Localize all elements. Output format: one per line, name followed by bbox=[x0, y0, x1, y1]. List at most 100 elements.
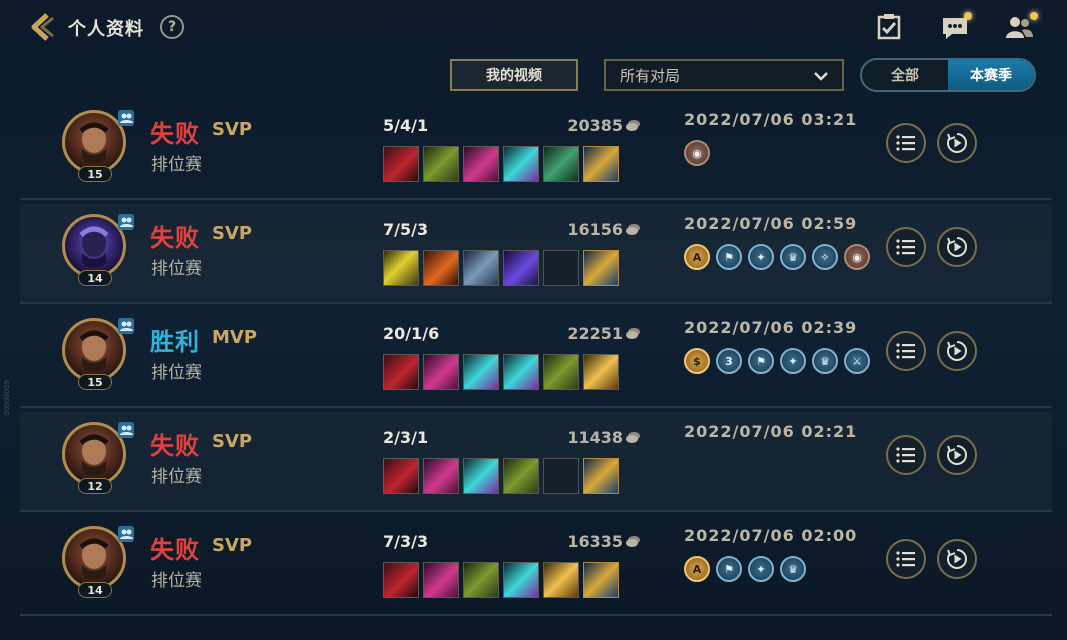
match-row[interactable]: 14 失败 SVP 排位赛 7/3/3 16335 2022/07/06 02:… bbox=[20, 516, 1052, 616]
tab-all[interactable]: 全部 bbox=[862, 60, 948, 90]
pink-item-icon[interactable] bbox=[423, 354, 459, 390]
champion-avatar[interactable]: 15 bbox=[62, 318, 134, 398]
details-button[interactable] bbox=[886, 539, 926, 579]
yellow-item-icon[interactable] bbox=[383, 250, 419, 286]
badge-s-rank-icon: $ bbox=[684, 348, 710, 374]
badge-bronze-icon: ◉ bbox=[844, 244, 870, 270]
details-button[interactable] bbox=[886, 331, 926, 371]
match-row[interactable]: 12 失败 SVP 排位赛 2/3/1 11438 2022/07/06 02:… bbox=[20, 412, 1052, 512]
red-item-icon[interactable] bbox=[383, 562, 419, 598]
match-row[interactable]: 15 失败 SVP 排位赛 5/4/1 20385 2022/07/06 03:… bbox=[20, 100, 1052, 200]
teal-item-icon[interactable] bbox=[503, 146, 539, 182]
badge-star-icon: ✧ bbox=[812, 244, 838, 270]
red-item-icon[interactable] bbox=[383, 458, 419, 494]
match-result: 胜利 bbox=[150, 328, 200, 356]
match-result: 失败 bbox=[150, 536, 200, 564]
gold-amount: 20385 bbox=[567, 116, 623, 135]
match-row[interactable]: 14 失败 SVP 排位赛 7/5/3 16156 2022/07/06 02:… bbox=[20, 204, 1052, 304]
empty-item-slot[interactable] bbox=[543, 250, 579, 286]
champion-avatar[interactable]: 14 bbox=[62, 526, 134, 606]
green-item-icon[interactable] bbox=[503, 458, 539, 494]
gold-item-icon[interactable] bbox=[583, 354, 619, 390]
performance-tag: SVP bbox=[212, 223, 253, 244]
gold-icon bbox=[626, 536, 640, 547]
teal-item-icon[interactable] bbox=[503, 354, 539, 390]
my-videos-button[interactable]: 我的视频 bbox=[450, 59, 578, 91]
back-icon[interactable] bbox=[28, 12, 58, 42]
item-build bbox=[383, 250, 619, 286]
item-build bbox=[383, 146, 619, 182]
badge-wind-icon: ✦ bbox=[748, 244, 774, 270]
teal-item-icon[interactable] bbox=[463, 354, 499, 390]
champion-face-icon bbox=[79, 330, 109, 372]
gold-item-icon[interactable] bbox=[543, 562, 579, 598]
steel-item-icon[interactable] bbox=[463, 250, 499, 286]
list-icon bbox=[896, 135, 915, 151]
trinket-item-icon[interactable] bbox=[583, 250, 619, 286]
details-button[interactable] bbox=[886, 227, 926, 267]
replay-button[interactable] bbox=[937, 331, 977, 371]
red-item-icon[interactable] bbox=[383, 354, 419, 390]
badge-crown-icon: ♛ bbox=[812, 348, 838, 374]
row-divider bbox=[20, 406, 1052, 408]
gold-amount: 16335 bbox=[567, 532, 623, 551]
pink-item-icon[interactable] bbox=[423, 562, 459, 598]
champion-level: 12 bbox=[78, 478, 112, 494]
badge-flag-icon: ⚑ bbox=[748, 348, 774, 374]
pink-item-icon[interactable] bbox=[463, 146, 499, 182]
champion-avatar[interactable]: 15 bbox=[62, 110, 134, 190]
party-icon bbox=[118, 526, 134, 542]
game-mode: 排位赛 bbox=[151, 155, 202, 175]
list-icon bbox=[896, 447, 915, 463]
season-toggle: 全部 本赛季 bbox=[860, 58, 1036, 92]
row-divider bbox=[20, 302, 1052, 304]
match-filter-dropdown[interactable]: 所有对局 bbox=[604, 59, 844, 91]
row-divider bbox=[20, 614, 1052, 616]
match-time: 2022/07/06 02:21 bbox=[684, 422, 858, 441]
green-item-icon[interactable] bbox=[423, 146, 459, 182]
tab-this-season[interactable]: 本赛季 bbox=[948, 60, 1034, 90]
champion-portrait bbox=[62, 214, 126, 278]
replay-button[interactable] bbox=[937, 539, 977, 579]
replay-button[interactable] bbox=[937, 227, 977, 267]
badge-a-rank-icon: A bbox=[684, 556, 710, 582]
jade-item-icon[interactable] bbox=[543, 146, 579, 182]
badge-wind-icon: ✦ bbox=[780, 348, 806, 374]
red-item-icon[interactable] bbox=[383, 146, 419, 182]
purple-item-icon[interactable] bbox=[503, 250, 539, 286]
help-icon[interactable]: ? bbox=[160, 15, 184, 39]
replay-icon bbox=[947, 237, 967, 257]
match-result: 失败 bbox=[150, 224, 200, 252]
replay-button[interactable] bbox=[937, 435, 977, 475]
details-button[interactable] bbox=[886, 123, 926, 163]
empty-item-slot[interactable] bbox=[543, 458, 579, 494]
trinket-item-icon[interactable] bbox=[583, 146, 619, 182]
green-item-icon[interactable] bbox=[463, 562, 499, 598]
badge-wind-icon: ✦ bbox=[748, 556, 774, 582]
performance-tag: SVP bbox=[212, 119, 253, 140]
trinket-item-icon[interactable] bbox=[583, 458, 619, 494]
champion-avatar[interactable]: 12 bbox=[62, 422, 134, 502]
party-icon bbox=[118, 422, 134, 438]
trinket-item-icon[interactable] bbox=[583, 562, 619, 598]
teal-item-icon[interactable] bbox=[463, 458, 499, 494]
green-item-icon[interactable] bbox=[543, 354, 579, 390]
page-title: 个人资料 bbox=[68, 19, 144, 40]
details-button[interactable] bbox=[886, 435, 926, 475]
champion-face-icon bbox=[79, 538, 109, 580]
side-watermark: 00000009 bbox=[3, 380, 11, 416]
teal-item-icon[interactable] bbox=[503, 562, 539, 598]
champion-avatar[interactable]: 14 bbox=[62, 214, 134, 294]
badge-crown-icon: ♛ bbox=[780, 244, 806, 270]
gold-icon bbox=[626, 224, 640, 235]
replay-button[interactable] bbox=[937, 123, 977, 163]
match-row[interactable]: 15 胜利 MVP 排位赛 20/1/6 22251 2022/07/06 02… bbox=[20, 308, 1052, 408]
badge-3-icon: 3 bbox=[716, 348, 742, 374]
match-result: 失败 bbox=[150, 120, 200, 148]
pink-item-icon[interactable] bbox=[423, 458, 459, 494]
orange-item-icon[interactable] bbox=[423, 250, 459, 286]
kda: 7/3/3 bbox=[383, 532, 429, 551]
checklist-icon[interactable] bbox=[874, 12, 904, 42]
badge-sword-icon: ⚔ bbox=[844, 348, 870, 374]
performance-tag: SVP bbox=[212, 535, 253, 556]
